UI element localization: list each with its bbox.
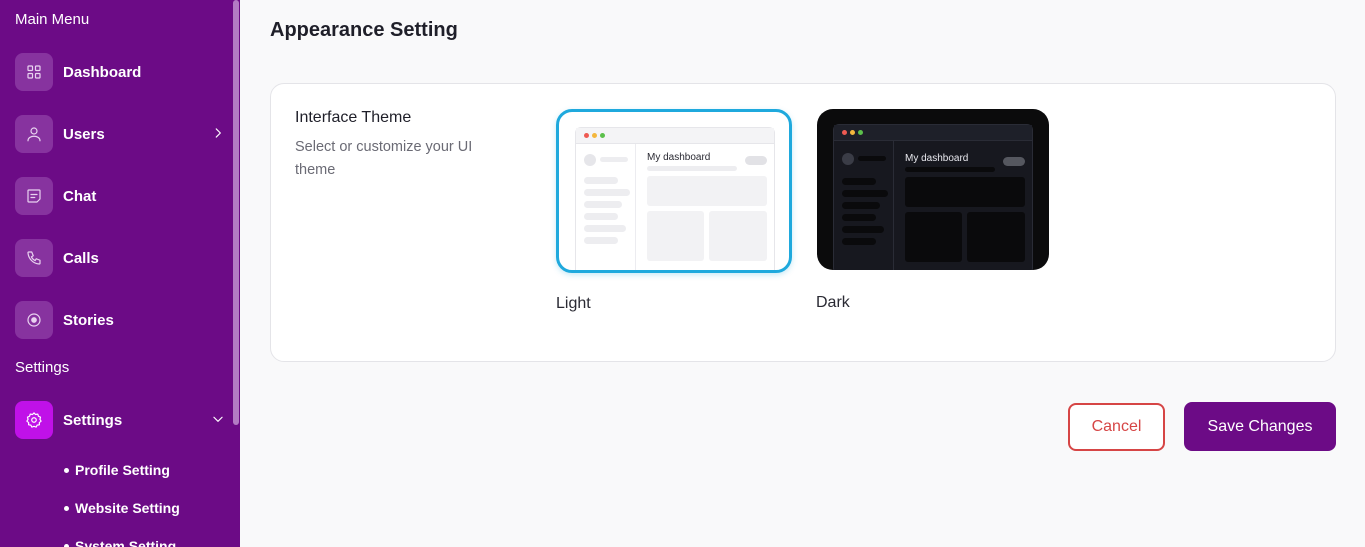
preview-title: My dashboard [647, 152, 711, 163]
sidebar-item-chat[interactable]: Chat [15, 177, 230, 215]
sidebar-item-label: Calls [63, 249, 99, 267]
preview-line [842, 238, 876, 245]
sub-item-label: System Setting [75, 538, 177, 547]
bullet-icon [64, 505, 69, 511]
preview-title-bar [834, 125, 1032, 141]
chat-icon [15, 177, 53, 215]
preview-line [647, 166, 737, 171]
minimize-dot-icon [592, 133, 597, 138]
preview-block [647, 211, 704, 261]
chevron-right-icon [211, 126, 225, 140]
chevron-down-icon [211, 412, 225, 426]
stories-icon [15, 301, 53, 339]
user-icon [15, 115, 53, 153]
preview-toggle [745, 156, 767, 165]
preview-line [584, 201, 622, 208]
preview-block [709, 211, 767, 261]
maximize-dot-icon [858, 130, 863, 135]
preview-sidebar [576, 144, 636, 270]
sub-item-label: Profile Setting [75, 462, 170, 478]
sub-item-label: Website Setting [75, 500, 180, 516]
close-dot-icon [584, 133, 589, 138]
minimize-dot-icon [850, 130, 855, 135]
cancel-button[interactable]: Cancel [1068, 403, 1165, 451]
preview-block [905, 212, 962, 262]
sub-item-website-setting[interactable]: Website Setting [64, 500, 180, 516]
theme-heading: Interface Theme [295, 109, 412, 126]
close-dot-icon [842, 130, 847, 135]
sidebar-item-dashboard[interactable]: Dashboard [15, 53, 230, 91]
grid-icon [15, 53, 53, 91]
theme-label-dark: Dark [816, 294, 850, 311]
theme-option-dark[interactable]: My dashboard [817, 109, 1049, 270]
phone-icon [15, 239, 53, 277]
sidebar: Main Menu Dashboard Users Chat Calls Sto… [0, 0, 240, 547]
preview-avatar [584, 154, 596, 166]
sub-item-profile-setting[interactable]: Profile Setting [64, 462, 170, 478]
sidebar-item-settings[interactable]: Settings [15, 401, 230, 439]
settings-section-title: Settings [15, 359, 70, 376]
sidebar-scrollbar[interactable] [233, 0, 239, 425]
light-preview-window: My dashboard [575, 127, 775, 270]
preview-line [584, 213, 618, 220]
dark-preview-window: My dashboard [833, 124, 1033, 270]
sidebar-item-label: Dashboard [63, 63, 142, 81]
preview-toggle [1003, 157, 1025, 166]
preview-avatar [842, 153, 854, 165]
theme-card: Interface Theme Select or customize your… [270, 83, 1336, 362]
sidebar-item-users[interactable]: Users [15, 115, 230, 153]
page-title: Appearance Setting [270, 19, 458, 41]
preview-title-bar [576, 128, 774, 144]
preview-line [584, 177, 618, 184]
theme-label-light: Light [556, 295, 591, 312]
maximize-dot-icon [600, 133, 605, 138]
preview-line [584, 189, 630, 196]
preview-block [647, 176, 767, 206]
gear-icon [15, 401, 53, 439]
theme-option-light[interactable]: My dashboard [556, 109, 792, 273]
preview-line [842, 202, 880, 209]
sidebar-item-label: Users [63, 125, 105, 143]
preview-block [967, 212, 1025, 262]
main-menu-title: Main Menu [15, 11, 90, 28]
save-changes-button[interactable]: Save Changes [1184, 402, 1336, 451]
preview-sidebar [834, 141, 894, 270]
bullet-icon [64, 467, 69, 473]
sidebar-item-label: Settings [63, 411, 123, 429]
preview-line [584, 237, 618, 244]
preview-line [842, 214, 876, 221]
preview-line [842, 190, 888, 197]
preview-line [584, 225, 626, 232]
preview-line [600, 157, 628, 162]
theme-description: Select or customize your UI theme [295, 139, 473, 178]
preview-line [842, 226, 884, 233]
preview-title: My dashboard [905, 153, 969, 164]
sidebar-item-label: Stories [63, 311, 114, 329]
sidebar-item-label: Chat [63, 187, 97, 205]
sidebar-item-stories[interactable]: Stories [15, 301, 230, 339]
preview-line [905, 167, 995, 172]
preview-line [858, 156, 886, 161]
preview-line [842, 178, 876, 185]
bullet-icon [64, 543, 69, 547]
preview-block [905, 177, 1025, 207]
sub-item-system-setting[interactable]: System Setting [64, 538, 176, 547]
sidebar-item-calls[interactable]: Calls [15, 239, 230, 277]
